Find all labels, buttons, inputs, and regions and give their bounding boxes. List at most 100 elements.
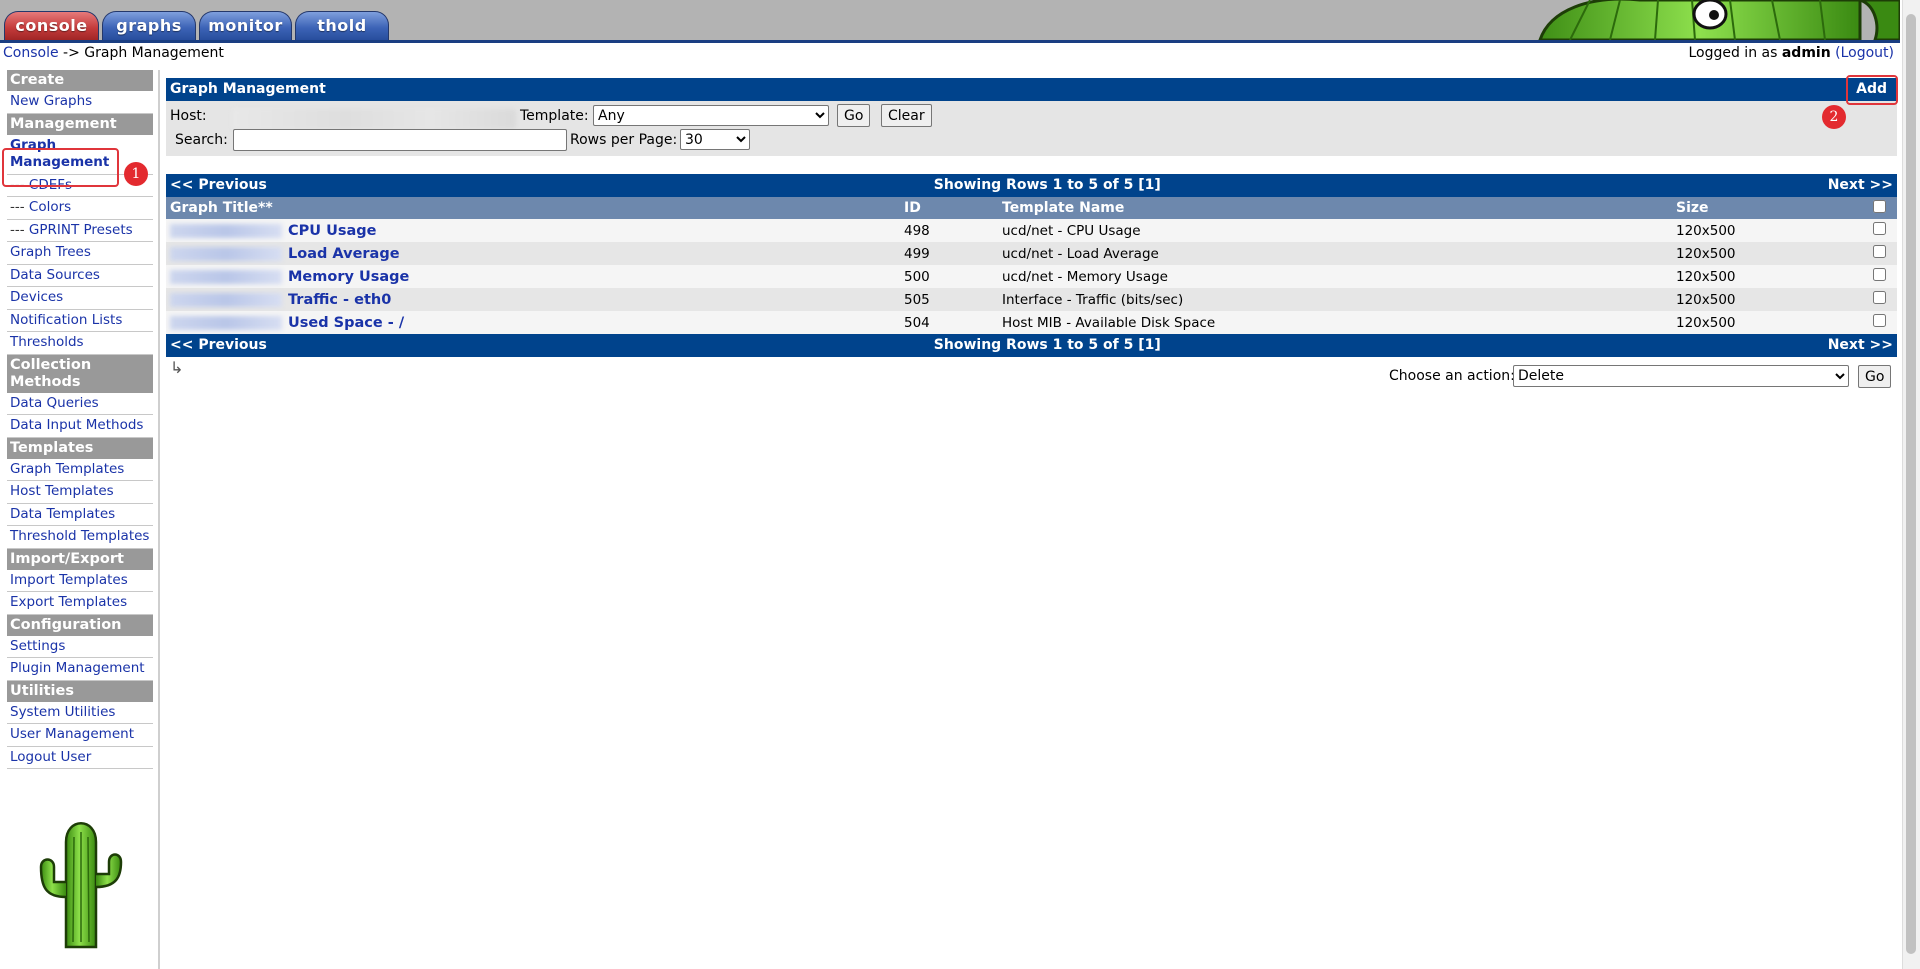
sidebar: Create New Graphs Management Graph Manag… <box>0 70 160 969</box>
previous-link[interactable]: << Previous <box>170 334 267 357</box>
row-template: ucd/net - CPU Usage <box>998 219 1672 242</box>
row-template: Interface - Traffic (bits/sec) <box>998 288 1672 311</box>
sidebar-item-data-input-methods[interactable]: Data Input Methods <box>7 415 153 438</box>
table-row[interactable]: Load Average 499 ucd/net - Load Average … <box>166 242 1897 265</box>
next-link[interactable]: Next >> <box>1828 334 1893 357</box>
redacted-host-prefix <box>170 246 282 261</box>
table-row[interactable]: Used Space - / 504 Host MIB - Available … <box>166 311 1897 334</box>
sidebar-item-settings[interactable]: Settings <box>7 636 153 658</box>
cactus-banner-icon <box>1538 0 1900 40</box>
breadcrumb: Console -> Graph Management <box>3 44 224 62</box>
sidebar-item-data-queries[interactable]: Data Queries <box>7 393 153 415</box>
login-info: Logged in as admin (Logout) <box>1688 44 1894 62</box>
row-template: ucd/net - Memory Usage <box>998 265 1672 288</box>
sidebar-item-plugin-management[interactable]: Plugin Management <box>7 658 153 681</box>
row-checkbox-cell <box>1869 288 1897 311</box>
redacted-host-prefix <box>170 315 282 330</box>
graph-title-link[interactable]: Used Space - / <box>288 315 404 331</box>
tab-monitor[interactable]: monitor <box>199 11 292 40</box>
select-all-checkbox[interactable] <box>1873 199 1886 213</box>
graph-title-link[interactable]: Traffic - eth0 <box>288 292 391 308</box>
next-link[interactable]: Next >> <box>1828 174 1893 197</box>
sidebar-item-user-management[interactable]: User Management <box>7 724 153 747</box>
sidebar-item-import-templates[interactable]: Import Templates <box>7 570 153 592</box>
highlight-box-graph-management <box>2 148 119 187</box>
tab-graphs[interactable]: graphs <box>102 11 196 40</box>
sidebar-item-graph-templates[interactable]: Graph Templates <box>7 459 153 481</box>
breadcrumb-console-link[interactable]: Console <box>3 45 59 61</box>
scrollbar-thumb[interactable] <box>1906 14 1916 954</box>
action-label: Choose an action: <box>1389 368 1515 384</box>
action-select[interactable]: Delete <box>1513 365 1849 387</box>
rows-per-page-select[interactable]: 30 <box>680 129 750 150</box>
top-tab-bar: console graphs monitor thold <box>0 0 1900 43</box>
row-checkbox[interactable] <box>1873 222 1886 235</box>
row-checkbox-cell <box>1869 219 1897 242</box>
sidebar-item-notification-lists[interactable]: Notification Lists <box>7 310 153 332</box>
graph-title-link[interactable]: Memory Usage <box>288 269 409 285</box>
search-label: Search: <box>175 132 228 148</box>
sidebar-item-devices[interactable]: Devices <box>7 287 153 310</box>
table-row[interactable]: Traffic - eth0 505 Interface - Traffic (… <box>166 288 1897 311</box>
filter-clear-button[interactable]: Clear <box>881 104 932 127</box>
row-size: 120x500 <box>1672 219 1869 242</box>
row-title-cell: Used Space - / <box>166 311 900 334</box>
row-title-cell: Memory Usage <box>166 265 900 288</box>
filter-panel: Host: Template: Any Go Clear Search: Row… <box>166 101 1897 156</box>
sidebar-item-prefix: --- <box>10 221 25 238</box>
main-content: Graph Management Add Host: Template: Any… <box>166 78 1897 391</box>
graph-title-link[interactable]: Load Average <box>288 246 400 262</box>
row-checkbox[interactable] <box>1873 268 1886 281</box>
col-graph-title[interactable]: Graph Title** <box>166 197 900 219</box>
row-checkbox-cell <box>1869 265 1897 288</box>
sidebar-item-prefix: --- <box>10 199 25 215</box>
filter-go-button[interactable]: Go <box>837 104 871 127</box>
sidebar-item-system-utilities[interactable]: System Utilities <box>7 702 153 724</box>
row-checkbox[interactable] <box>1873 291 1886 304</box>
row-id: 504 <box>900 311 998 334</box>
table-row[interactable]: Memory Usage 500 ucd/net - Memory Usage … <box>166 265 1897 288</box>
sidebar-section-templates: Templates <box>7 437 153 459</box>
row-template: Host MIB - Available Disk Space <box>998 311 1672 334</box>
row-checkbox-cell <box>1869 311 1897 334</box>
row-checkbox[interactable] <box>1873 245 1886 258</box>
previous-link[interactable]: << Previous <box>170 174 267 197</box>
pagination-top: << Previous Showing Rows 1 to 5 of 5 [1]… <box>166 174 1897 197</box>
col-id[interactable]: ID <box>900 197 998 219</box>
search-input[interactable] <box>233 129 567 151</box>
sidebar-item-colors[interactable]: --- Colors <box>7 197 153 220</box>
table-row[interactable]: CPU Usage 498 ucd/net - CPU Usage 120x50… <box>166 219 1897 242</box>
col-template-name[interactable]: Template Name <box>998 197 1672 219</box>
graph-title-link[interactable]: CPU Usage <box>288 223 377 239</box>
tab-thold[interactable]: thold <box>295 11 389 40</box>
login-user: admin <box>1781 45 1831 61</box>
action-go-button[interactable]: Go <box>1858 365 1892 388</box>
host-select[interactable] <box>232 109 516 129</box>
action-row: ↳ Choose an action: Delete Go <box>166 357 1897 391</box>
breadcrumb-separator: -> <box>63 45 80 61</box>
sidebar-item-graph-trees[interactable]: Graph Trees <box>7 242 153 265</box>
logout-link[interactable]: (Logout) <box>1835 45 1894 61</box>
sidebar-item-label: GPRINT Presets <box>28 221 133 238</box>
tab-console[interactable]: console <box>4 11 99 40</box>
panel-title: Graph Management <box>170 81 326 97</box>
vertical-scrollbar[interactable] <box>1902 0 1920 969</box>
sidebar-item-thresholds[interactable]: Thresholds <box>7 332 153 355</box>
sidebar-item-logout-user[interactable]: Logout User <box>7 747 153 769</box>
sidebar-item-gprint-presets[interactable]: --- GPRINT Presets <box>7 220 153 242</box>
col-size[interactable]: Size <box>1672 197 1869 219</box>
sidebar-section-create: Create <box>7 70 153 91</box>
sidebar-item-host-templates[interactable]: Host Templates <box>7 481 153 504</box>
sidebar-item-new-graphs[interactable]: New Graphs <box>7 91 153 114</box>
row-checkbox[interactable] <box>1873 314 1886 327</box>
redacted-host-prefix <box>170 223 282 238</box>
template-label: Template: <box>520 108 589 124</box>
breadcrumb-current: Graph Management <box>84 45 224 61</box>
sidebar-item-data-sources[interactable]: Data Sources <box>7 265 153 287</box>
graphs-table: Graph Title** ID Template Name Size CPU … <box>166 197 1897 334</box>
col-select-all <box>1869 197 1897 219</box>
sidebar-item-threshold-templates[interactable]: Threshold Templates <box>7 526 153 549</box>
template-select[interactable]: Any <box>593 105 829 126</box>
sidebar-item-data-templates[interactable]: Data Templates <box>7 504 153 526</box>
sidebar-item-export-templates[interactable]: Export Templates <box>7 592 153 615</box>
